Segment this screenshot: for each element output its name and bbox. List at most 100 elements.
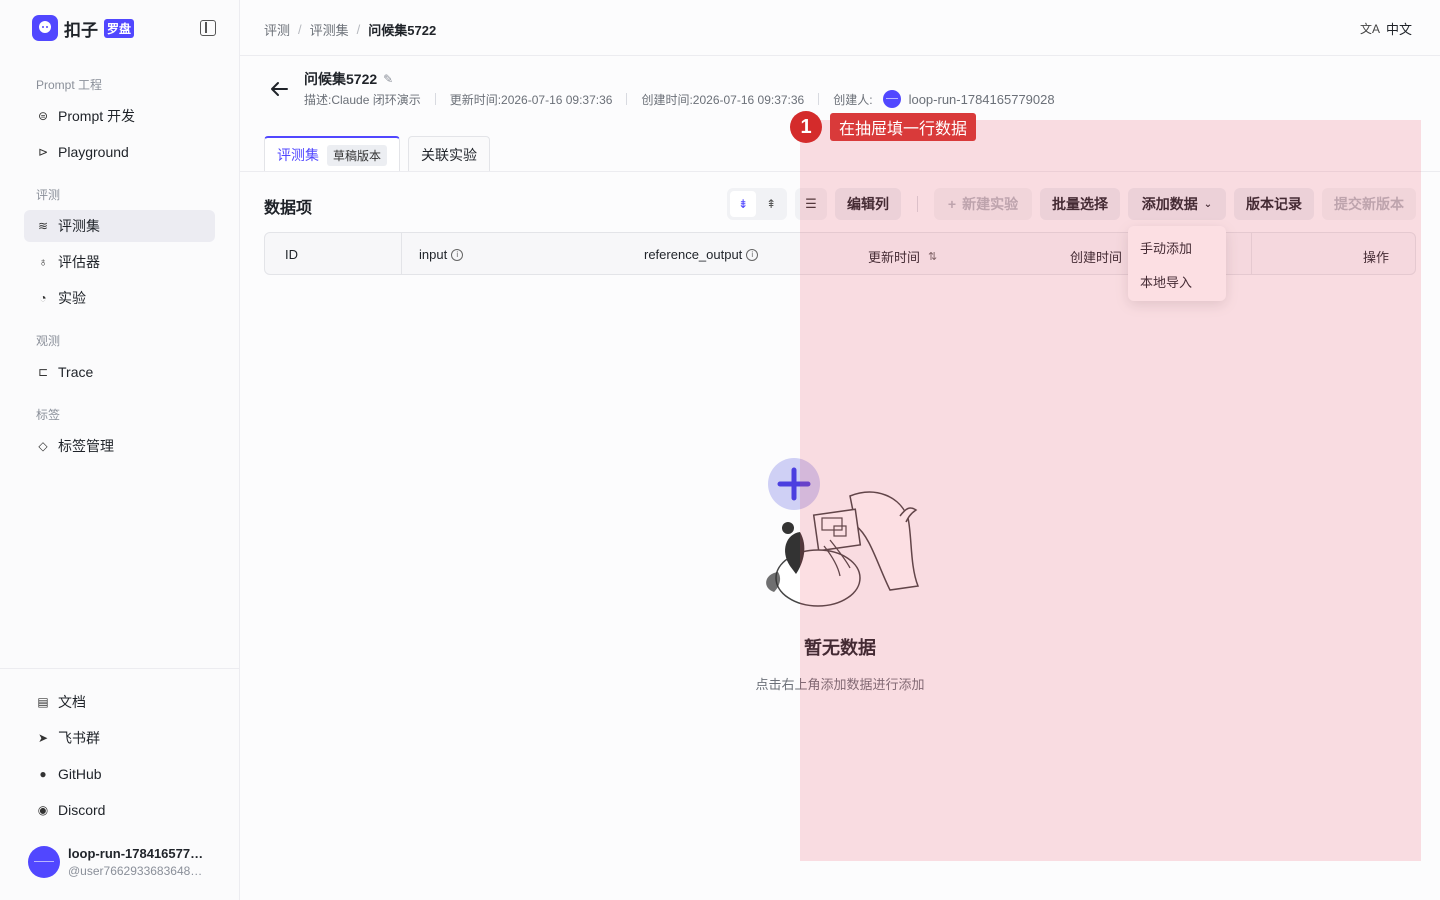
sidebar-item-label: 评测集 xyxy=(58,218,100,234)
column-label: input xyxy=(419,247,448,262)
column-header-input: input i xyxy=(419,247,464,262)
doc-icon: ▤ xyxy=(37,695,49,709)
sidebar: 扣子 罗盘 Prompt 工程 ⊜ Prompt 开发 ⊳ Playground… xyxy=(0,0,240,900)
row-density-toggle: ⇟ ⇞ xyxy=(727,188,787,220)
creator-label: 创建人: xyxy=(833,92,873,107)
collapse-rows-icon[interactable]: ⇟ xyxy=(730,191,756,217)
database-icon: ≋ xyxy=(37,219,49,233)
github-icon: ● xyxy=(39,767,47,781)
sidebar-link-label: Discord xyxy=(58,802,106,818)
edit-icon[interactable]: ✎ xyxy=(383,72,393,86)
sidebar-item-experiments[interactable]: ◔ 实验 xyxy=(24,282,215,314)
sidebar-item-tag-management[interactable]: ◇ 标签管理 xyxy=(24,430,215,462)
breadcrumb-datasets[interactable]: 评测集 xyxy=(310,20,349,39)
column-header-created-time: 创建时间 xyxy=(1070,247,1122,266)
play-icon: ⊳ xyxy=(37,145,49,159)
column-header-updated-time[interactable]: 更新时间 ⇅ xyxy=(868,247,937,266)
column-header-actions: 操作 xyxy=(1363,247,1389,266)
column-header-reference-output: reference_output i xyxy=(644,247,759,262)
meta-divider xyxy=(434,93,436,105)
column-divider xyxy=(401,233,402,274)
nav-section-tags: 标签 xyxy=(36,408,61,422)
version-history-button[interactable]: 版本记录 xyxy=(1234,188,1314,220)
info-icon[interactable]: i xyxy=(451,248,464,261)
plus-icon: + xyxy=(947,196,957,212)
column-label: ID xyxy=(285,247,298,262)
draft-version-badge: 草稿版本 xyxy=(327,144,388,166)
empty-state-subtitle: 点击右上角添加数据进行添加 xyxy=(755,677,925,692)
table-header: ID input i reference_output i 更新时间 ⇅ 创建时… xyxy=(264,232,1416,275)
sidebar-item-label: 实验 xyxy=(58,290,86,306)
sidebar-collapse-icon[interactable] xyxy=(200,20,216,36)
expand-rows-icon[interactable]: ⇞ xyxy=(758,191,784,217)
new-experiment-label: 新建实验 xyxy=(962,196,1019,212)
sidebar-link-discord[interactable]: ◉ Discord xyxy=(24,794,215,826)
trace-icon: ⊏ xyxy=(37,365,49,379)
nav-section-observe: 观测 xyxy=(36,334,61,348)
creator-avatar xyxy=(882,90,901,108)
batch-select-button[interactable]: 批量选择 xyxy=(1040,188,1120,220)
add-data-menu: 手动添加 本地导入 xyxy=(1128,226,1226,301)
section-title: 数据项 xyxy=(264,200,313,217)
bulb-icon: ♁ xyxy=(38,255,48,269)
column-label: 创建时间 xyxy=(1070,250,1123,265)
sidebar-item-playground[interactable]: ⊳ Playground xyxy=(24,136,215,168)
tab-label: 关联实验 xyxy=(421,146,477,163)
column-header-id: ID xyxy=(285,247,298,262)
menu-item-local-import[interactable]: 本地导入 xyxy=(1128,264,1226,298)
annotation-step-number: 1 xyxy=(790,111,822,143)
sidebar-item-label: Prompt 开发 xyxy=(58,108,136,124)
back-arrow-icon[interactable] xyxy=(268,78,290,100)
column-label: 操作 xyxy=(1363,250,1390,265)
sidebar-item-datasets[interactable]: ≋ 评测集 xyxy=(24,210,215,242)
empty-state-title: 暂无数据 xyxy=(804,638,876,658)
language-label: 中文 xyxy=(1385,22,1412,37)
sort-icon[interactable]: ⇅ xyxy=(928,250,937,263)
breadcrumb-current: 问候集5722 xyxy=(368,23,437,38)
edit-columns-button[interactable]: 编辑列 xyxy=(835,188,901,220)
sidebar-item-label: Playground xyxy=(58,144,129,160)
dataset-title: 问候集5722 ✎ xyxy=(304,69,393,89)
sidebar-item-label: Trace xyxy=(58,364,94,380)
breadcrumb-eval[interactable]: 评测 xyxy=(264,20,290,39)
sidebar-item-trace[interactable]: ⊏ Trace xyxy=(24,356,215,388)
dataset-description: 描述:Claude 闭环演示 xyxy=(304,92,421,107)
brand[interactable]: 扣子 罗盘 xyxy=(32,15,135,41)
dataset-updated-time: 更新时间:2026-07-16 09:37:36 xyxy=(449,92,613,107)
sidebar-item-prompt-dev[interactable]: ⊜ Prompt 开发 xyxy=(24,100,215,132)
tab-dataset[interactable]: 评测集 草稿版本 xyxy=(264,136,401,172)
language-switch[interactable]: 文A 中文 xyxy=(1360,19,1412,38)
tab-related-experiments[interactable]: 关联实验 xyxy=(408,136,490,172)
meta-divider xyxy=(818,93,820,105)
sidebar-link-label: 飞书群 xyxy=(58,730,100,746)
sidebar-link-label: GitHub xyxy=(58,766,102,782)
tag-icon: ◇ xyxy=(38,439,48,453)
column-divider xyxy=(1251,233,1252,274)
column-label: 更新时间 xyxy=(868,250,921,265)
toolbar-divider xyxy=(917,196,918,212)
sidebar-link-label: 文档 xyxy=(58,694,86,710)
sidebar-divider xyxy=(0,668,239,669)
dataset-name: 问候集5722 xyxy=(304,71,378,87)
new-experiment-button[interactable]: + 新建实验 xyxy=(934,188,1032,220)
meta-divider xyxy=(626,93,628,105)
submit-version-button[interactable]: 提交新版本 xyxy=(1322,188,1416,220)
info-icon[interactable]: i xyxy=(746,248,759,261)
user-card[interactable]: loop-run-178416577… @user7662933683648… xyxy=(28,846,210,878)
chevron-down-icon: ⌄ xyxy=(1203,198,1213,210)
gauge-icon: ◔ xyxy=(39,291,47,305)
tabs-divider xyxy=(240,171,1440,172)
sidebar-item-label: 标签管理 xyxy=(58,438,114,454)
add-data-button[interactable]: 添加数据 ⌄ xyxy=(1128,188,1226,220)
column-settings-icon[interactable]: ☰ xyxy=(795,188,827,220)
breadcrumb-separator: / xyxy=(298,22,302,37)
feishu-icon: ➤ xyxy=(37,731,49,745)
avatar xyxy=(28,846,60,878)
user-handle: @user7662933683648… xyxy=(68,864,203,878)
sidebar-link-github[interactable]: ● GitHub xyxy=(24,758,215,790)
brand-tag: 罗盘 xyxy=(104,18,135,38)
menu-item-manual-add[interactable]: 手动添加 xyxy=(1128,230,1226,264)
empty-state-illustration xyxy=(766,458,920,607)
sidebar-item-evaluators[interactable]: ♁ 评估器 xyxy=(24,246,215,278)
sidebar-link-feishu[interactable]: ➤ 飞书群 xyxy=(24,722,215,754)
